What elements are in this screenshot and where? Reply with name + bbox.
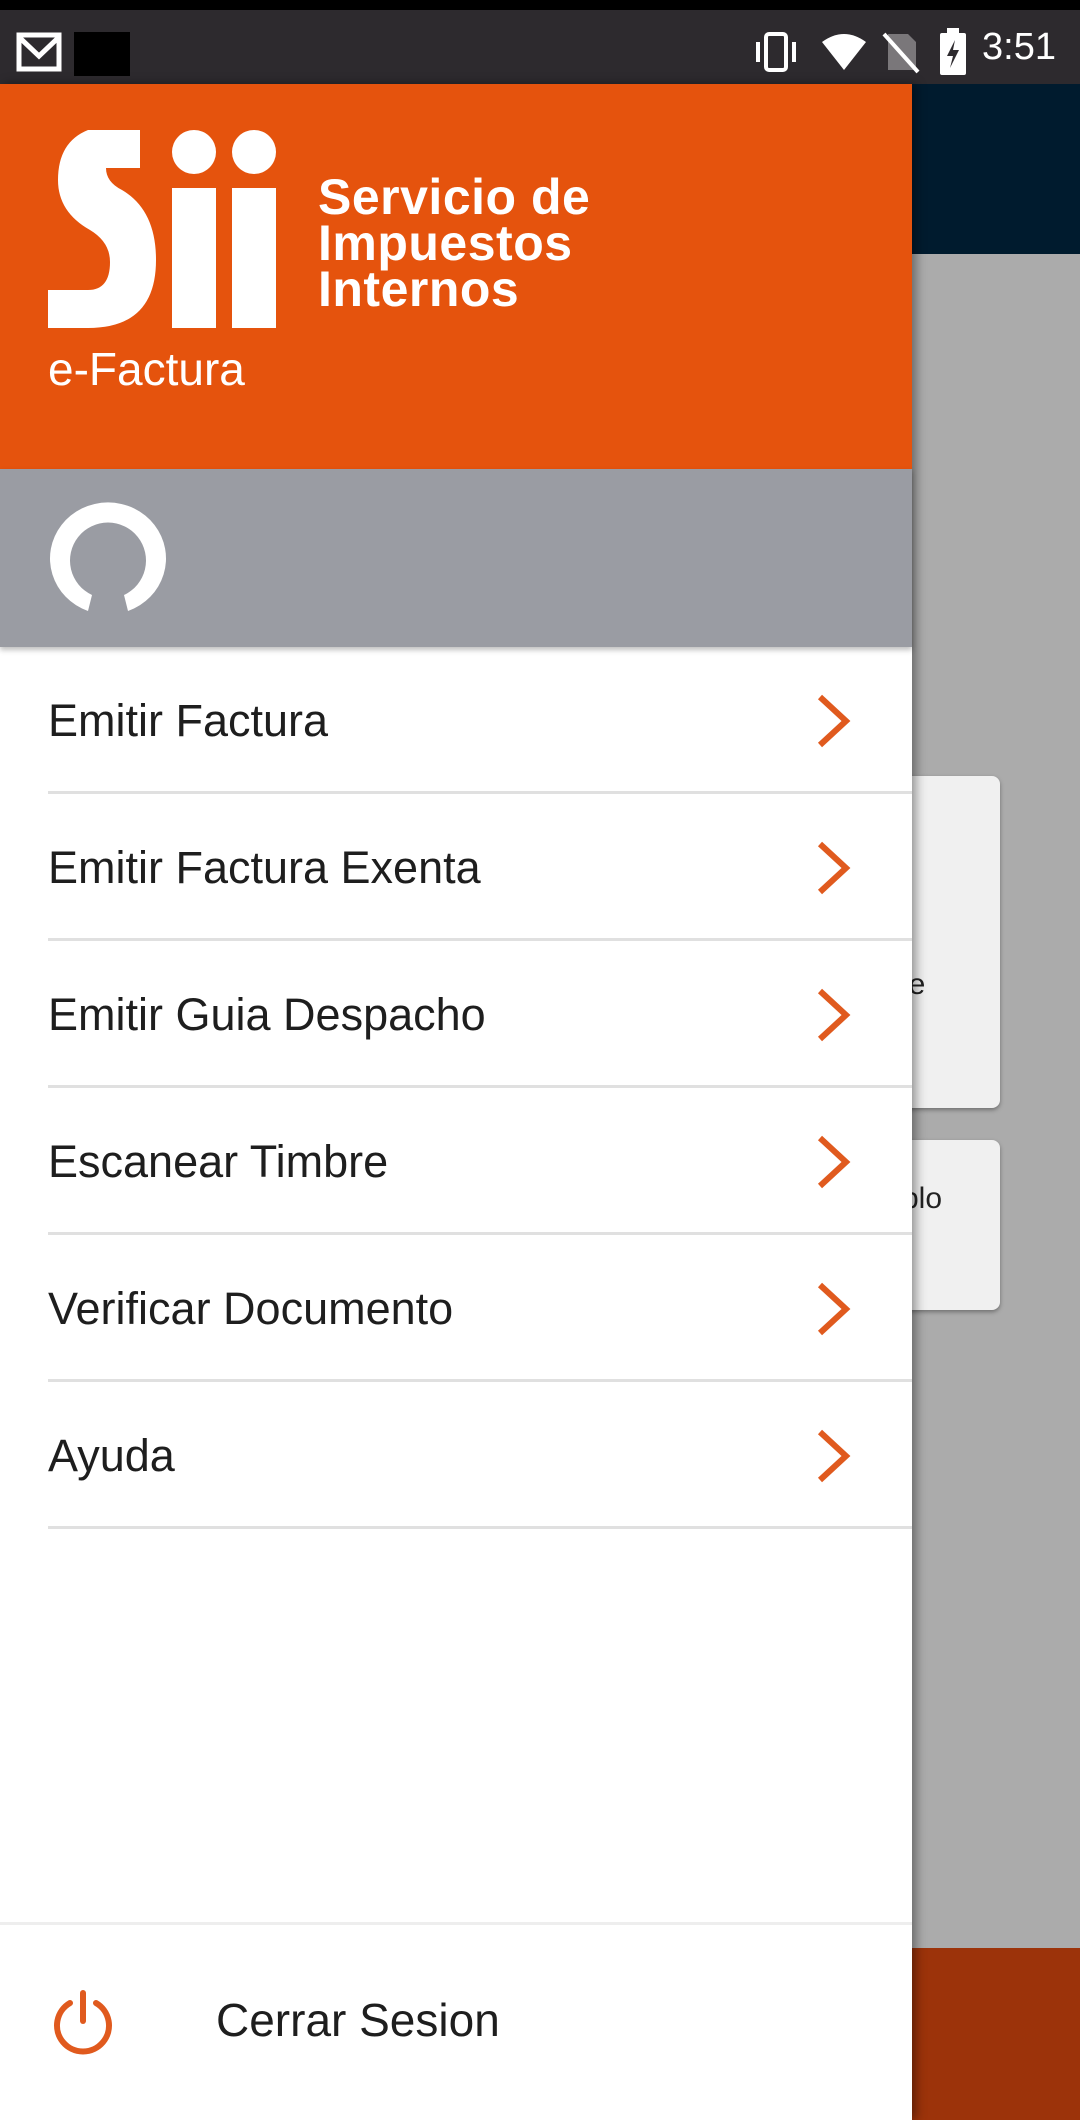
background-bottom-button[interactable] bbox=[912, 1948, 1080, 2120]
logo-line: Servicio de bbox=[318, 169, 591, 225]
menu-item-emitir-factura-exenta[interactable]: Emitir Factura Exenta bbox=[48, 794, 912, 941]
menu-item-label: Emitir Factura bbox=[48, 695, 329, 746]
menu-item-escanear-timbre[interactable]: Escanear Timbre bbox=[48, 1088, 912, 1235]
chevron-right-icon bbox=[817, 694, 851, 748]
drawer-header: Servicio de Impuestos Internos e-Factura bbox=[0, 84, 912, 469]
status-bar: 3:51 bbox=[0, 0, 1080, 84]
menu-item-emitir-guia-despacho[interactable]: Emitir Guia Despacho bbox=[48, 941, 912, 1088]
app-name: e-Factura bbox=[48, 343, 245, 395]
user-profile-band bbox=[0, 469, 912, 647]
logo-line: Internos bbox=[318, 261, 520, 317]
battery-charging-icon bbox=[940, 28, 966, 75]
wifi-icon bbox=[822, 34, 866, 70]
logout-label: Cerrar Sesion bbox=[216, 1994, 500, 2046]
menu-item-label: Emitir Factura Exenta bbox=[48, 842, 481, 893]
menu-item-verificar-documento[interactable]: Verificar Documento bbox=[48, 1235, 912, 1382]
chevron-right-icon bbox=[817, 1135, 851, 1189]
user-avatar-icon[interactable] bbox=[48, 499, 168, 613]
chevron-right-icon bbox=[817, 1429, 851, 1483]
gmail-icon bbox=[16, 32, 62, 72]
no-sim-icon bbox=[882, 32, 920, 74]
logo-line: Impuestos bbox=[318, 215, 573, 271]
menu-item-label: Verificar Documento bbox=[48, 1283, 454, 1334]
sii-logo bbox=[48, 130, 276, 328]
chevron-right-icon bbox=[817, 1282, 851, 1336]
menu-item-label: Ayuda bbox=[48, 1430, 175, 1481]
chevron-right-icon bbox=[817, 841, 851, 895]
vibrate-icon bbox=[756, 32, 796, 72]
chevron-right-icon bbox=[817, 988, 851, 1042]
power-icon bbox=[54, 1990, 112, 2055]
navigation-drawer: Servicio de Impuestos Internos e-Factura… bbox=[0, 84, 912, 2120]
menu-item-emitir-factura[interactable]: Emitir Factura bbox=[48, 647, 912, 794]
background-app-bar bbox=[912, 84, 1080, 254]
logo-wordmark: Servicio de Impuestos Internos bbox=[318, 169, 591, 317]
menu-item-ayuda[interactable]: Ayuda bbox=[48, 1382, 912, 1529]
menu-item-label: Emitir Guia Despacho bbox=[48, 989, 486, 1040]
logout-button[interactable]: Cerrar Sesion bbox=[0, 1922, 912, 2120]
clock: 3:51 bbox=[982, 26, 1056, 68]
menu-item-label: Escanear Timbre bbox=[48, 1136, 389, 1187]
notification-thumbnail bbox=[74, 32, 130, 76]
drawer-menu: Emitir Factura Emitir Factura Exenta Emi… bbox=[0, 647, 912, 1529]
